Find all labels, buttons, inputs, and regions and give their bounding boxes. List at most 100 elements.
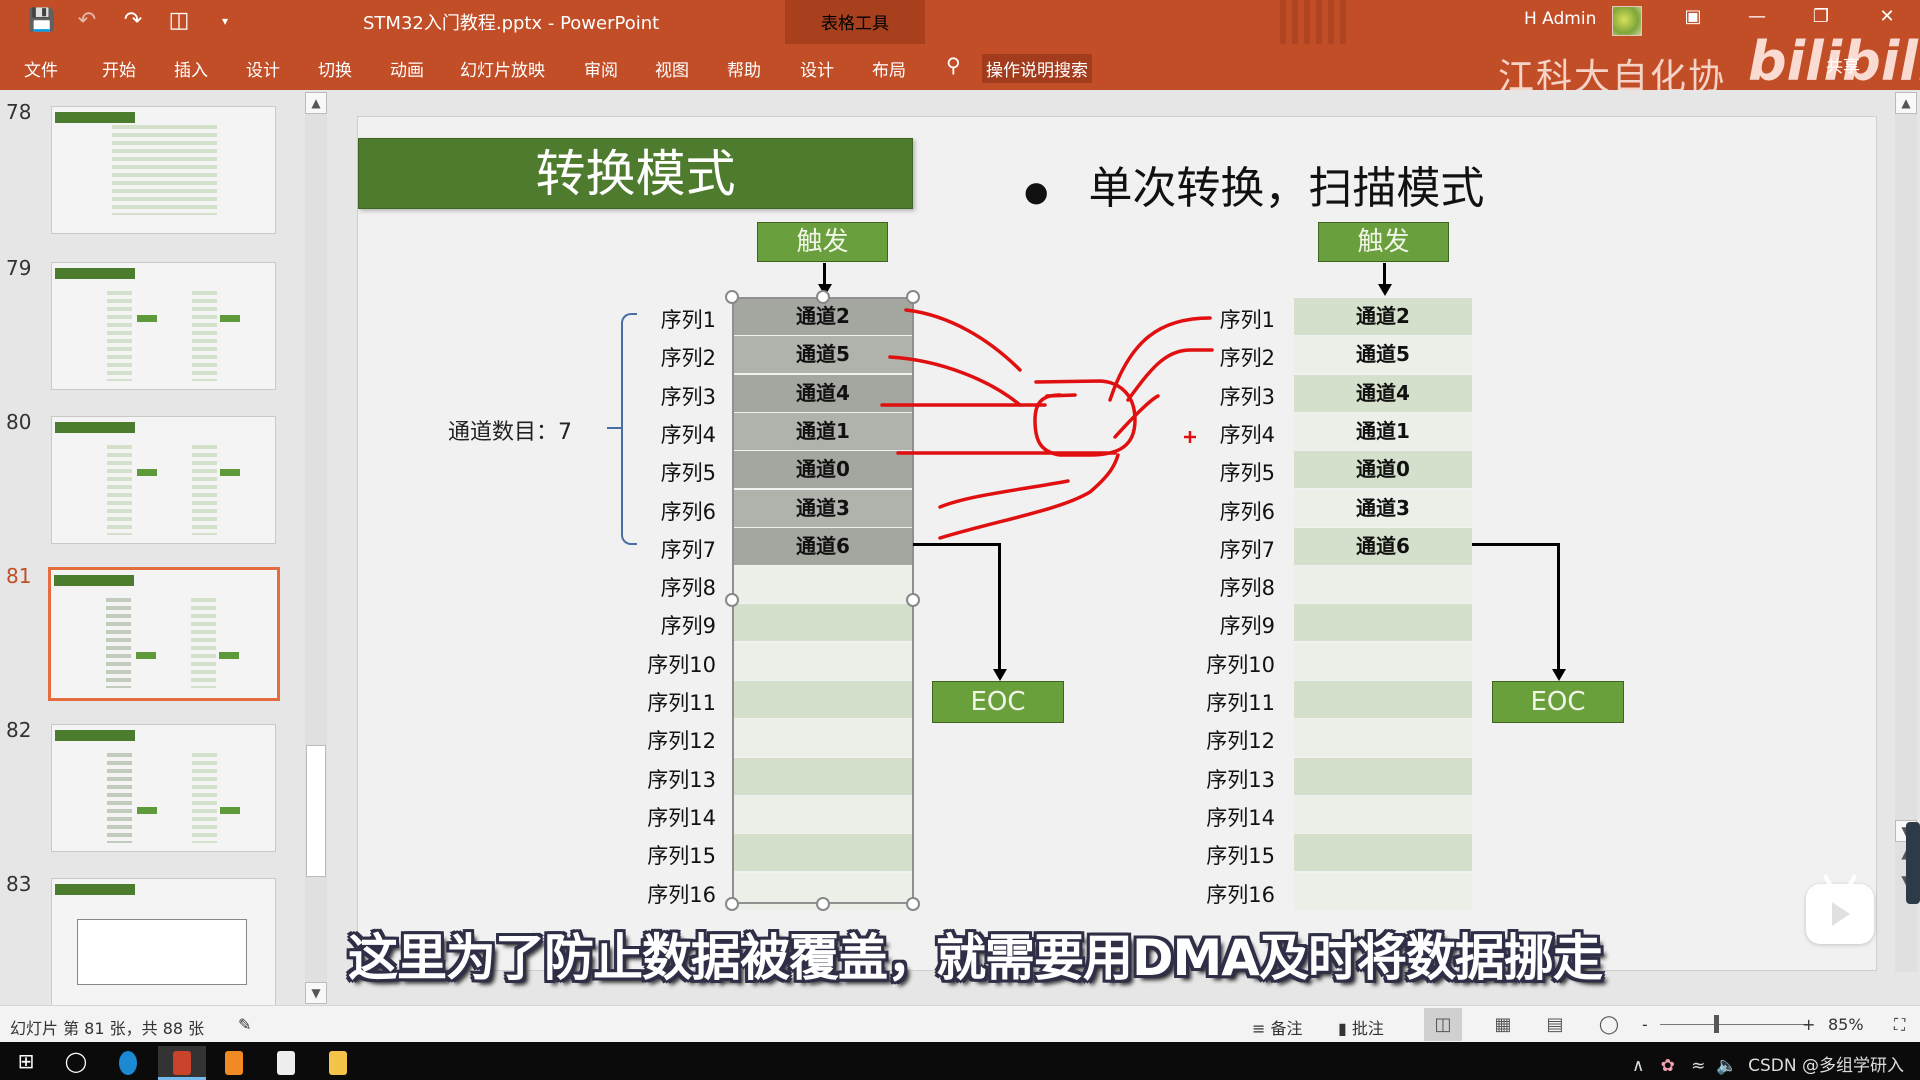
slideshow-view-icon[interactable]: ◯ bbox=[1590, 1008, 1628, 1041]
slide-thumbnail-83[interactable] bbox=[51, 878, 276, 1006]
slide-thumbnail-79[interactable] bbox=[51, 262, 276, 390]
left-sequence-label: 序列16 bbox=[647, 883, 716, 907]
tab-table-design[interactable]: 设计 bbox=[800, 56, 834, 81]
edge-icon[interactable] bbox=[104, 1046, 152, 1080]
search-icon[interactable]: ◯ bbox=[52, 1046, 100, 1080]
share-button[interactable]: 共享 bbox=[1826, 52, 1860, 77]
resize-handle[interactable] bbox=[725, 897, 739, 911]
tab-table-layout[interactable]: 布局 bbox=[872, 56, 906, 81]
slide-title[interactable]: 转换模式 bbox=[358, 138, 913, 209]
scroll-down-icon[interactable]: ▼ bbox=[305, 982, 327, 1004]
scroll-up-icon[interactable]: ▲ bbox=[305, 92, 327, 114]
resize-handle[interactable] bbox=[816, 290, 830, 304]
ribbon-display-icon[interactable]: ▣ bbox=[1678, 6, 1708, 27]
right-channel-cell[interactable] bbox=[1294, 873, 1472, 910]
slide-thumbnail-82[interactable] bbox=[51, 724, 276, 852]
zoom-level[interactable]: 85% bbox=[1828, 1015, 1864, 1034]
resize-handle[interactable] bbox=[906, 593, 920, 607]
slide-canvas[interactable] bbox=[357, 116, 1877, 971]
tab-insert[interactable]: 插入 bbox=[174, 56, 208, 81]
tab-help[interactable]: 帮助 bbox=[727, 56, 761, 81]
video-subtitle: 这里为了防止数据被覆盖，就需要用DMA及时将数据挪走 bbox=[348, 929, 1603, 987]
thumb-table bbox=[191, 598, 216, 688]
right-channel-cell[interactable]: 通道6 bbox=[1294, 528, 1472, 565]
resize-handle[interactable] bbox=[816, 897, 830, 911]
restore-icon[interactable]: ❐ bbox=[1806, 6, 1836, 27]
right-channel-cell[interactable] bbox=[1294, 566, 1472, 603]
close-icon[interactable]: ✕ bbox=[1872, 6, 1902, 27]
save-icon[interactable]: 💾 bbox=[28, 8, 55, 33]
customize-qat-icon[interactable]: ▾ bbox=[212, 14, 238, 28]
left-eoc-connector-v bbox=[998, 543, 1001, 673]
photos-icon[interactable] bbox=[262, 1046, 310, 1080]
file-explorer-icon[interactable] bbox=[314, 1046, 362, 1080]
volume-icon[interactable]: 🔈 bbox=[1716, 1056, 1737, 1076]
zoom-in-button[interactable]: + bbox=[1802, 1015, 1815, 1034]
accessibility-icon[interactable]: ✎ bbox=[238, 1015, 251, 1034]
comments-label: 批注 bbox=[1351, 1019, 1384, 1038]
tab-review[interactable]: 审阅 bbox=[584, 56, 618, 81]
reading-view-icon[interactable]: ▤ bbox=[1536, 1008, 1574, 1041]
right-channel-cell[interactable] bbox=[1294, 681, 1472, 718]
slide-thumbnail-78[interactable] bbox=[51, 106, 276, 234]
avatar[interactable] bbox=[1612, 6, 1642, 36]
app-orange-icon[interactable] bbox=[210, 1046, 258, 1080]
slide-sorter-icon[interactable]: ▦ bbox=[1484, 1008, 1522, 1041]
thumb-eoc bbox=[220, 807, 240, 814]
fit-to-window-icon[interactable]: ⛶ bbox=[1894, 1015, 1905, 1035]
right-channel-cell[interactable]: 通道3 bbox=[1294, 490, 1472, 527]
minimize-icon[interactable]: — bbox=[1742, 6, 1772, 27]
tab-view[interactable]: 视图 bbox=[655, 56, 689, 81]
tab-animations[interactable]: 动画 bbox=[390, 56, 424, 81]
system-tray: ∧ ✿ ≈ 🔈 CSDN @多组学研入 bbox=[1632, 1051, 1904, 1076]
bilibili-tv-icon[interactable] bbox=[1806, 873, 1874, 944]
tell-me-search[interactable]: 操作说明搜索 bbox=[982, 54, 1092, 83]
normal-view-icon[interactable]: ◫ bbox=[1424, 1008, 1462, 1041]
notes-button[interactable]: ≡ 备注 bbox=[1252, 1015, 1303, 1039]
right-channel-cell[interactable]: 通道4 bbox=[1294, 375, 1472, 412]
tray-app-icon[interactable]: ✿ bbox=[1661, 1056, 1675, 1076]
slide-thumbnail-81[interactable] bbox=[48, 567, 280, 701]
tray-overflow-icon[interactable]: ∧ bbox=[1632, 1056, 1644, 1076]
zoom-slider-thumb[interactable] bbox=[1714, 1015, 1719, 1033]
right-channel-cell[interactable]: 通道1 bbox=[1294, 413, 1472, 450]
user-name[interactable]: H Admin bbox=[1524, 9, 1596, 29]
tab-home[interactable]: 开始 bbox=[102, 56, 136, 81]
thumb-title-bar bbox=[55, 884, 135, 895]
slide-thumbnail-80[interactable] bbox=[51, 416, 276, 544]
present-from-start-icon[interactable]: ◫ bbox=[166, 8, 192, 33]
right-channel-cell[interactable] bbox=[1294, 834, 1472, 871]
zoom-slider[interactable] bbox=[1660, 1024, 1808, 1025]
bullet-text[interactable]: ● 单次转换，扫描模式 bbox=[1024, 152, 1484, 216]
tab-file[interactable]: 文件 bbox=[24, 56, 58, 81]
comments-button[interactable]: ▮ 批注 bbox=[1338, 1015, 1384, 1039]
right-channel-cell[interactable] bbox=[1294, 719, 1472, 756]
resize-handle[interactable] bbox=[906, 290, 920, 304]
right-channel-cell[interactable] bbox=[1294, 758, 1472, 795]
thumb-number-active: 81 bbox=[6, 564, 32, 588]
tab-transitions[interactable]: 切换 bbox=[318, 56, 352, 81]
resize-handle[interactable] bbox=[906, 897, 920, 911]
start-icon[interactable]: ⊞ bbox=[2, 1046, 50, 1080]
powerpoint-icon[interactable] bbox=[158, 1046, 206, 1080]
right-channel-cell[interactable] bbox=[1294, 796, 1472, 833]
right-channel-cell[interactable] bbox=[1294, 604, 1472, 641]
tab-design[interactable]: 设计 bbox=[246, 56, 280, 81]
scroll-up-icon[interactable]: ▲ bbox=[1895, 92, 1917, 114]
arrow-down-icon bbox=[1552, 669, 1566, 681]
left-sequence-label: 序列9 bbox=[660, 614, 716, 638]
zoom-out-button[interactable]: - bbox=[1642, 1015, 1648, 1034]
right-channel-cell[interactable]: 通道5 bbox=[1294, 336, 1472, 373]
right-channel-cell[interactable]: 通道2 bbox=[1294, 298, 1472, 335]
right-channel-cell[interactable] bbox=[1294, 643, 1472, 680]
redo-icon[interactable]: ↷ bbox=[120, 8, 146, 33]
network-icon[interactable]: ≈ bbox=[1691, 1056, 1705, 1076]
thumbnail-scrollbar[interactable]: ▲ ▼ bbox=[305, 92, 327, 1004]
undo-icon[interactable]: ↶ bbox=[74, 8, 100, 33]
resize-handle[interactable] bbox=[725, 290, 739, 304]
left-sequence-label: 序列13 bbox=[647, 768, 716, 792]
resize-handle[interactable] bbox=[725, 593, 739, 607]
tab-slideshow[interactable]: 幻灯片放映 bbox=[460, 56, 545, 81]
scrollbar-thumb[interactable] bbox=[306, 745, 326, 877]
right-channel-cell[interactable]: 通道0 bbox=[1294, 451, 1472, 488]
